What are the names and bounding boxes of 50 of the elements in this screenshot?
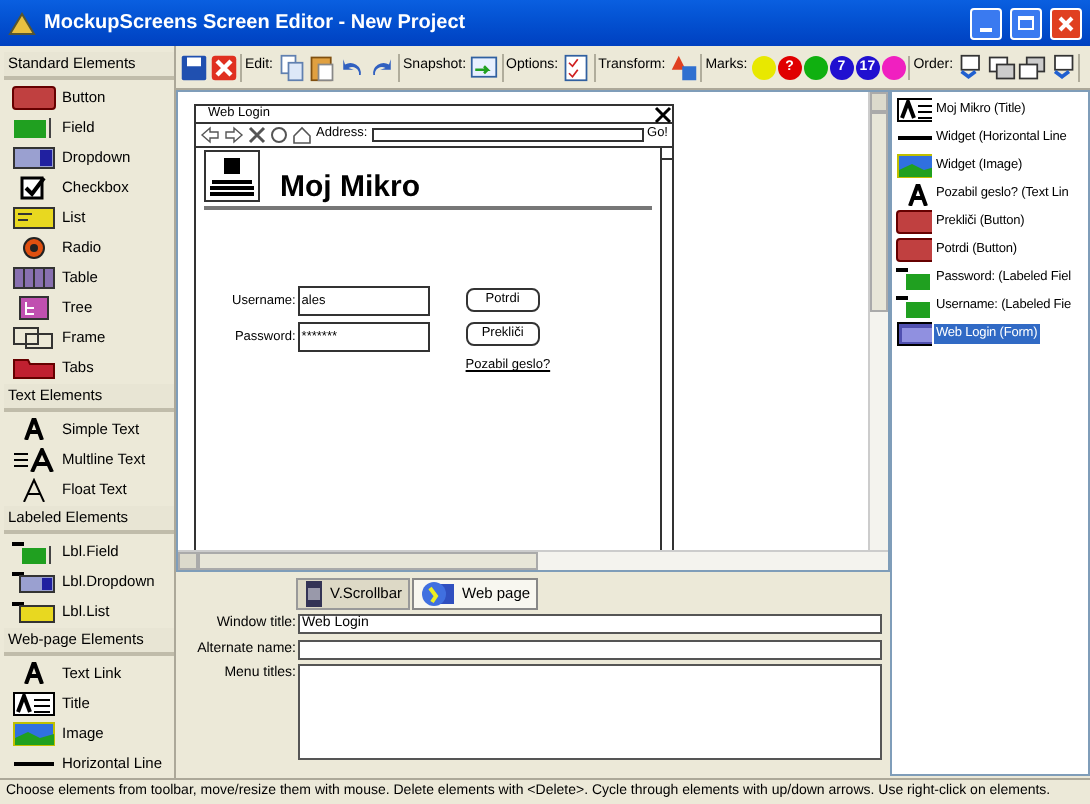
table-icon	[12, 265, 56, 289]
app-icon	[8, 11, 36, 35]
bring-to-front-icon[interactable]	[957, 53, 986, 81]
forward-arrow-icon	[224, 126, 244, 144]
vertical-scrollbar[interactable]	[868, 92, 888, 550]
frame-icon	[12, 325, 56, 349]
stop-icon	[248, 126, 266, 144]
close-button[interactable]	[1050, 7, 1082, 39]
title-icon	[12, 691, 56, 715]
close-icon[interactable]	[209, 53, 237, 81]
multiline-text-icon	[12, 447, 56, 471]
button-icon	[12, 85, 56, 109]
shapes-icon[interactable]	[669, 53, 698, 81]
window-title: MockupScreens Screen Editor - New Project	[44, 10, 468, 38]
labeled-field-icon	[896, 294, 932, 318]
maximize-button[interactable]	[1010, 7, 1042, 39]
button-icon	[896, 238, 932, 262]
logo-image	[204, 150, 260, 202]
refresh-icon	[270, 126, 288, 144]
home-icon	[292, 126, 312, 144]
tabs-icon	[12, 355, 56, 379]
scrollbar-icon	[304, 580, 324, 608]
labeled-list-icon	[12, 599, 56, 623]
list-icon	[12, 205, 56, 229]
dropdown-icon	[12, 145, 56, 169]
property-field[interactable]	[298, 664, 882, 760]
minimize-button[interactable]	[970, 7, 1002, 39]
window-icon	[896, 322, 932, 346]
paste-icon[interactable]	[307, 53, 336, 81]
labeled-field-icon	[896, 266, 932, 290]
send-backward-icon[interactable]	[1017, 53, 1046, 81]
property-field[interactable]	[298, 639, 882, 660]
landscape-image-icon	[12, 721, 56, 745]
labeled-dropdown-icon	[12, 569, 56, 593]
horizontal-scrollbar[interactable]	[178, 550, 888, 570]
close-icon	[1058, 15, 1074, 31]
bring-forward-icon[interactable]	[987, 53, 1016, 81]
title-icon	[896, 98, 932, 122]
page-heading: Moj Mikro	[280, 172, 420, 202]
checklist-icon[interactable]	[562, 53, 591, 81]
labeled-field-icon	[12, 539, 56, 563]
landscape-image-icon	[896, 154, 932, 178]
screenshot-icon[interactable]	[470, 53, 499, 81]
back-arrow-icon	[200, 126, 220, 144]
mark-icon[interactable]	[881, 55, 906, 79]
copy-icon[interactable]	[277, 53, 306, 81]
close-icon	[654, 105, 672, 123]
button-icon	[896, 210, 932, 234]
save-icon[interactable]	[179, 53, 207, 81]
field-icon	[12, 115, 56, 139]
